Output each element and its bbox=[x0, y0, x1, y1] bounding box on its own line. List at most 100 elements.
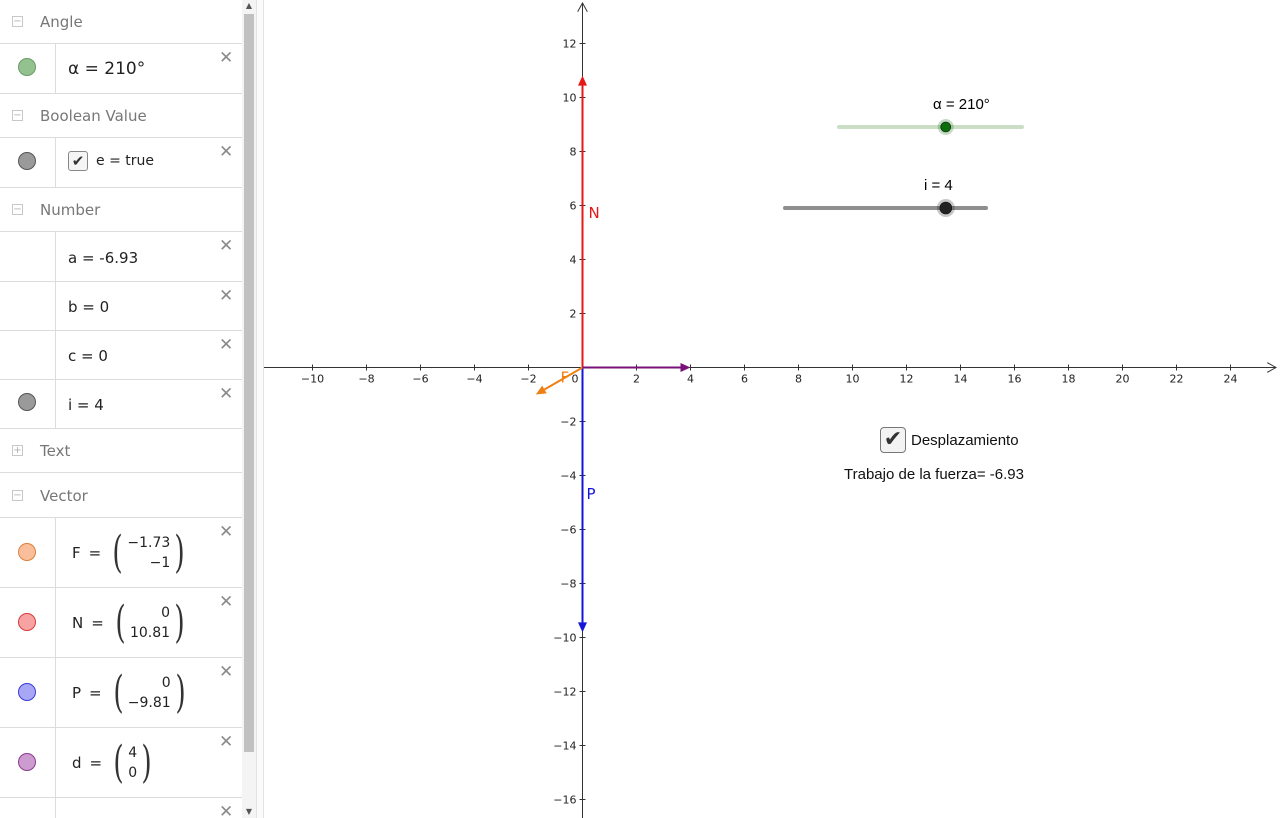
visibility-toggle-P[interactable] bbox=[18, 683, 36, 701]
visibility-toggle-alpha[interactable] bbox=[18, 58, 36, 76]
delete-F-close-icon[interactable]: ✕ bbox=[219, 524, 233, 541]
algebra-row-d[interactable]: d = ( 40 ) ✕ bbox=[0, 728, 242, 798]
marble-cell bbox=[0, 331, 56, 379]
boolean-checkbox-e[interactable]: ✔ bbox=[68, 151, 88, 171]
delete-b-close-icon[interactable]: ✕ bbox=[219, 288, 233, 305]
x-tick-label: 0 bbox=[572, 373, 579, 386]
group-header-boolean[interactable]: − Boolean Value bbox=[0, 94, 242, 138]
algebra-row-N[interactable]: N = ( 0 10.81 ) ✕ bbox=[0, 588, 242, 658]
group-header-text[interactable]: + Text bbox=[0, 429, 242, 473]
x-tick-label: −2 bbox=[520, 373, 536, 386]
y-tick-label: 6 bbox=[570, 200, 577, 213]
scroll-up-arrow-icon[interactable]: ▲ bbox=[242, 0, 256, 12]
equals-sign: = bbox=[91, 614, 104, 632]
slider-alpha-label[interactable]: α = 210° bbox=[933, 96, 990, 113]
collapse-icon[interactable]: − bbox=[12, 110, 23, 121]
i-definition[interactable]: i = 4 bbox=[68, 396, 104, 414]
delete-N-close-icon[interactable]: ✕ bbox=[219, 594, 233, 611]
marble-cell bbox=[0, 44, 56, 93]
algebra-row-b[interactable]: b = 0 ✕ bbox=[0, 282, 242, 331]
expand-icon[interactable]: + bbox=[12, 445, 23, 456]
algebra-row-alpha[interactable]: α = 210° ✕ bbox=[0, 44, 242, 94]
y-tick-label: 10 bbox=[563, 92, 577, 105]
y-tick-label: −4 bbox=[560, 470, 576, 483]
d-definition[interactable]: d = ( 40 ) bbox=[72, 741, 155, 785]
algebra-row-a[interactable]: a = -6.93 ✕ bbox=[0, 232, 242, 282]
algebra-row-F[interactable]: F = ( −1.73 −1 ) ✕ bbox=[0, 518, 242, 588]
algebra-row-next[interactable]: ✕ bbox=[0, 798, 242, 818]
x-tick-label: −6 bbox=[412, 373, 428, 386]
group-header-vector[interactable]: − Vector bbox=[0, 474, 242, 518]
alpha-definition[interactable]: α = 210° bbox=[68, 59, 145, 79]
x-tick-label: 8 bbox=[795, 373, 802, 386]
axes: −10 −8 −6 −4 −2 0 2 4 6 8 10 12 14 16 18 20 22 24 1210864… bbox=[264, 3, 1276, 818]
y-tick-label: 8 bbox=[570, 146, 577, 159]
marble-cell bbox=[0, 798, 56, 818]
P-components: 0 −9.81 bbox=[128, 673, 171, 713]
algebra-row-e[interactable]: ✔ e = true ✕ bbox=[0, 138, 242, 188]
delete-P-close-icon[interactable]: ✕ bbox=[219, 664, 233, 681]
algebra-scrollbar[interactable]: ▲ ▼ bbox=[242, 0, 256, 818]
N-x: 0 bbox=[161, 605, 171, 621]
collapse-icon[interactable]: − bbox=[12, 16, 23, 27]
P-name: P bbox=[72, 684, 82, 702]
collapse-icon[interactable]: − bbox=[12, 490, 23, 501]
e-definition: ✔ e = true bbox=[68, 151, 154, 171]
view-divider[interactable] bbox=[256, 0, 264, 818]
work-text[interactable]: Trabajo de la fuerza= -6.93 bbox=[844, 466, 1024, 483]
delete-next-close-icon[interactable]: ✕ bbox=[219, 804, 233, 818]
checkbox-desplazamiento-label[interactable]: Desplazamiento bbox=[911, 432, 1019, 449]
vector-F-label[interactable]: F bbox=[561, 369, 570, 387]
N-name: N bbox=[72, 614, 84, 632]
y-tick-label: −16 bbox=[553, 794, 576, 807]
x-tick-label: 12 bbox=[900, 373, 914, 386]
group-header-angle[interactable]: − Angle bbox=[0, 0, 242, 44]
delete-i-close-icon[interactable]: ✕ bbox=[219, 386, 233, 403]
x-tick-label: 16 bbox=[1008, 373, 1022, 386]
P-y: −9.81 bbox=[127, 695, 171, 711]
right-paren: ) bbox=[174, 527, 186, 578]
slider-alpha-knob[interactable] bbox=[940, 121, 952, 133]
F-definition[interactable]: F = ( −1.73 −1 ) bbox=[72, 531, 188, 575]
b-definition[interactable]: b = 0 bbox=[68, 298, 109, 316]
vector-P-arrowhead[interactable] bbox=[578, 622, 587, 633]
algebra-row-i[interactable]: i = 4 ✕ bbox=[0, 380, 242, 429]
vector-P-label[interactable]: P bbox=[587, 485, 596, 503]
slider-i-knob[interactable] bbox=[939, 201, 953, 215]
N-definition[interactable]: N = ( 0 10.81 ) bbox=[72, 601, 188, 645]
a-definition[interactable]: a = -6.93 bbox=[68, 249, 138, 267]
equals-sign: = bbox=[89, 684, 102, 702]
checkbox-desplazamiento-box[interactable]: ✔ bbox=[880, 427, 906, 453]
graphics-view[interactable]: −10 −8 −6 −4 −2 0 2 4 6 8 10 12 14 16 18 20 22 24 1210864… bbox=[264, 0, 1280, 818]
y-tick-label: −12 bbox=[553, 686, 576, 699]
algebra-row-c[interactable]: c = 0 ✕ bbox=[0, 331, 242, 380]
c-definition[interactable]: c = 0 bbox=[68, 347, 108, 365]
x-tick-label: 24 bbox=[1224, 373, 1238, 386]
collapse-icon[interactable]: − bbox=[12, 204, 23, 215]
delete-d-close-icon[interactable]: ✕ bbox=[219, 734, 233, 751]
visibility-toggle-F[interactable] bbox=[18, 543, 36, 561]
vector-N-label[interactable]: N bbox=[589, 204, 600, 222]
vector-d-arrowhead[interactable] bbox=[680, 363, 691, 372]
equals-sign: = bbox=[88, 544, 102, 562]
P-definition[interactable]: P = ( 0 −9.81 ) bbox=[72, 671, 189, 715]
x-tick-label: −4 bbox=[466, 373, 482, 386]
algebra-row-P[interactable]: P = ( 0 −9.81 ) ✕ bbox=[0, 658, 242, 728]
visibility-toggle-d[interactable] bbox=[18, 753, 36, 771]
sliders bbox=[783, 119, 1024, 217]
delete-e-close-icon[interactable]: ✕ bbox=[219, 144, 233, 161]
group-title-vector: Vector bbox=[40, 487, 88, 505]
scroll-down-arrow-icon[interactable]: ▼ bbox=[242, 806, 256, 818]
vector-N-arrowhead[interactable] bbox=[578, 75, 587, 86]
visibility-toggle-i[interactable] bbox=[18, 393, 36, 411]
visibility-toggle-e[interactable] bbox=[18, 152, 36, 170]
visibility-toggle-N[interactable] bbox=[18, 613, 36, 631]
scrollbar-thumb[interactable] bbox=[244, 14, 254, 752]
checkbox-desplazamiento[interactable]: ✔ Desplazamiento bbox=[880, 427, 1019, 453]
group-header-number[interactable]: − Number bbox=[0, 188, 242, 232]
F-name: F bbox=[72, 544, 81, 562]
delete-a-close-icon[interactable]: ✕ bbox=[219, 238, 233, 255]
slider-i-label[interactable]: i = 4 bbox=[924, 177, 953, 194]
delete-c-close-icon[interactable]: ✕ bbox=[219, 337, 233, 354]
delete-alpha-close-icon[interactable]: ✕ bbox=[219, 50, 233, 67]
